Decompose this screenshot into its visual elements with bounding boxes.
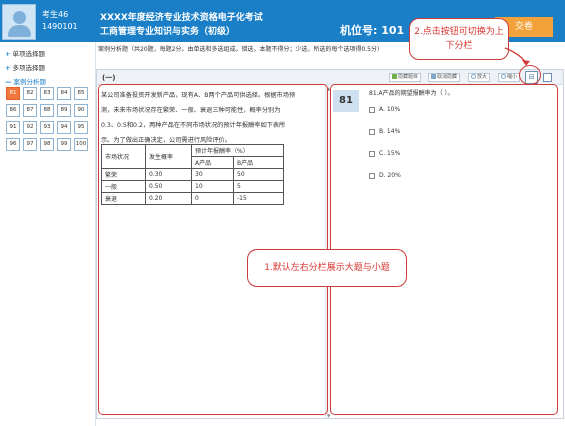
annotation-arrow — [504, 47, 530, 66]
